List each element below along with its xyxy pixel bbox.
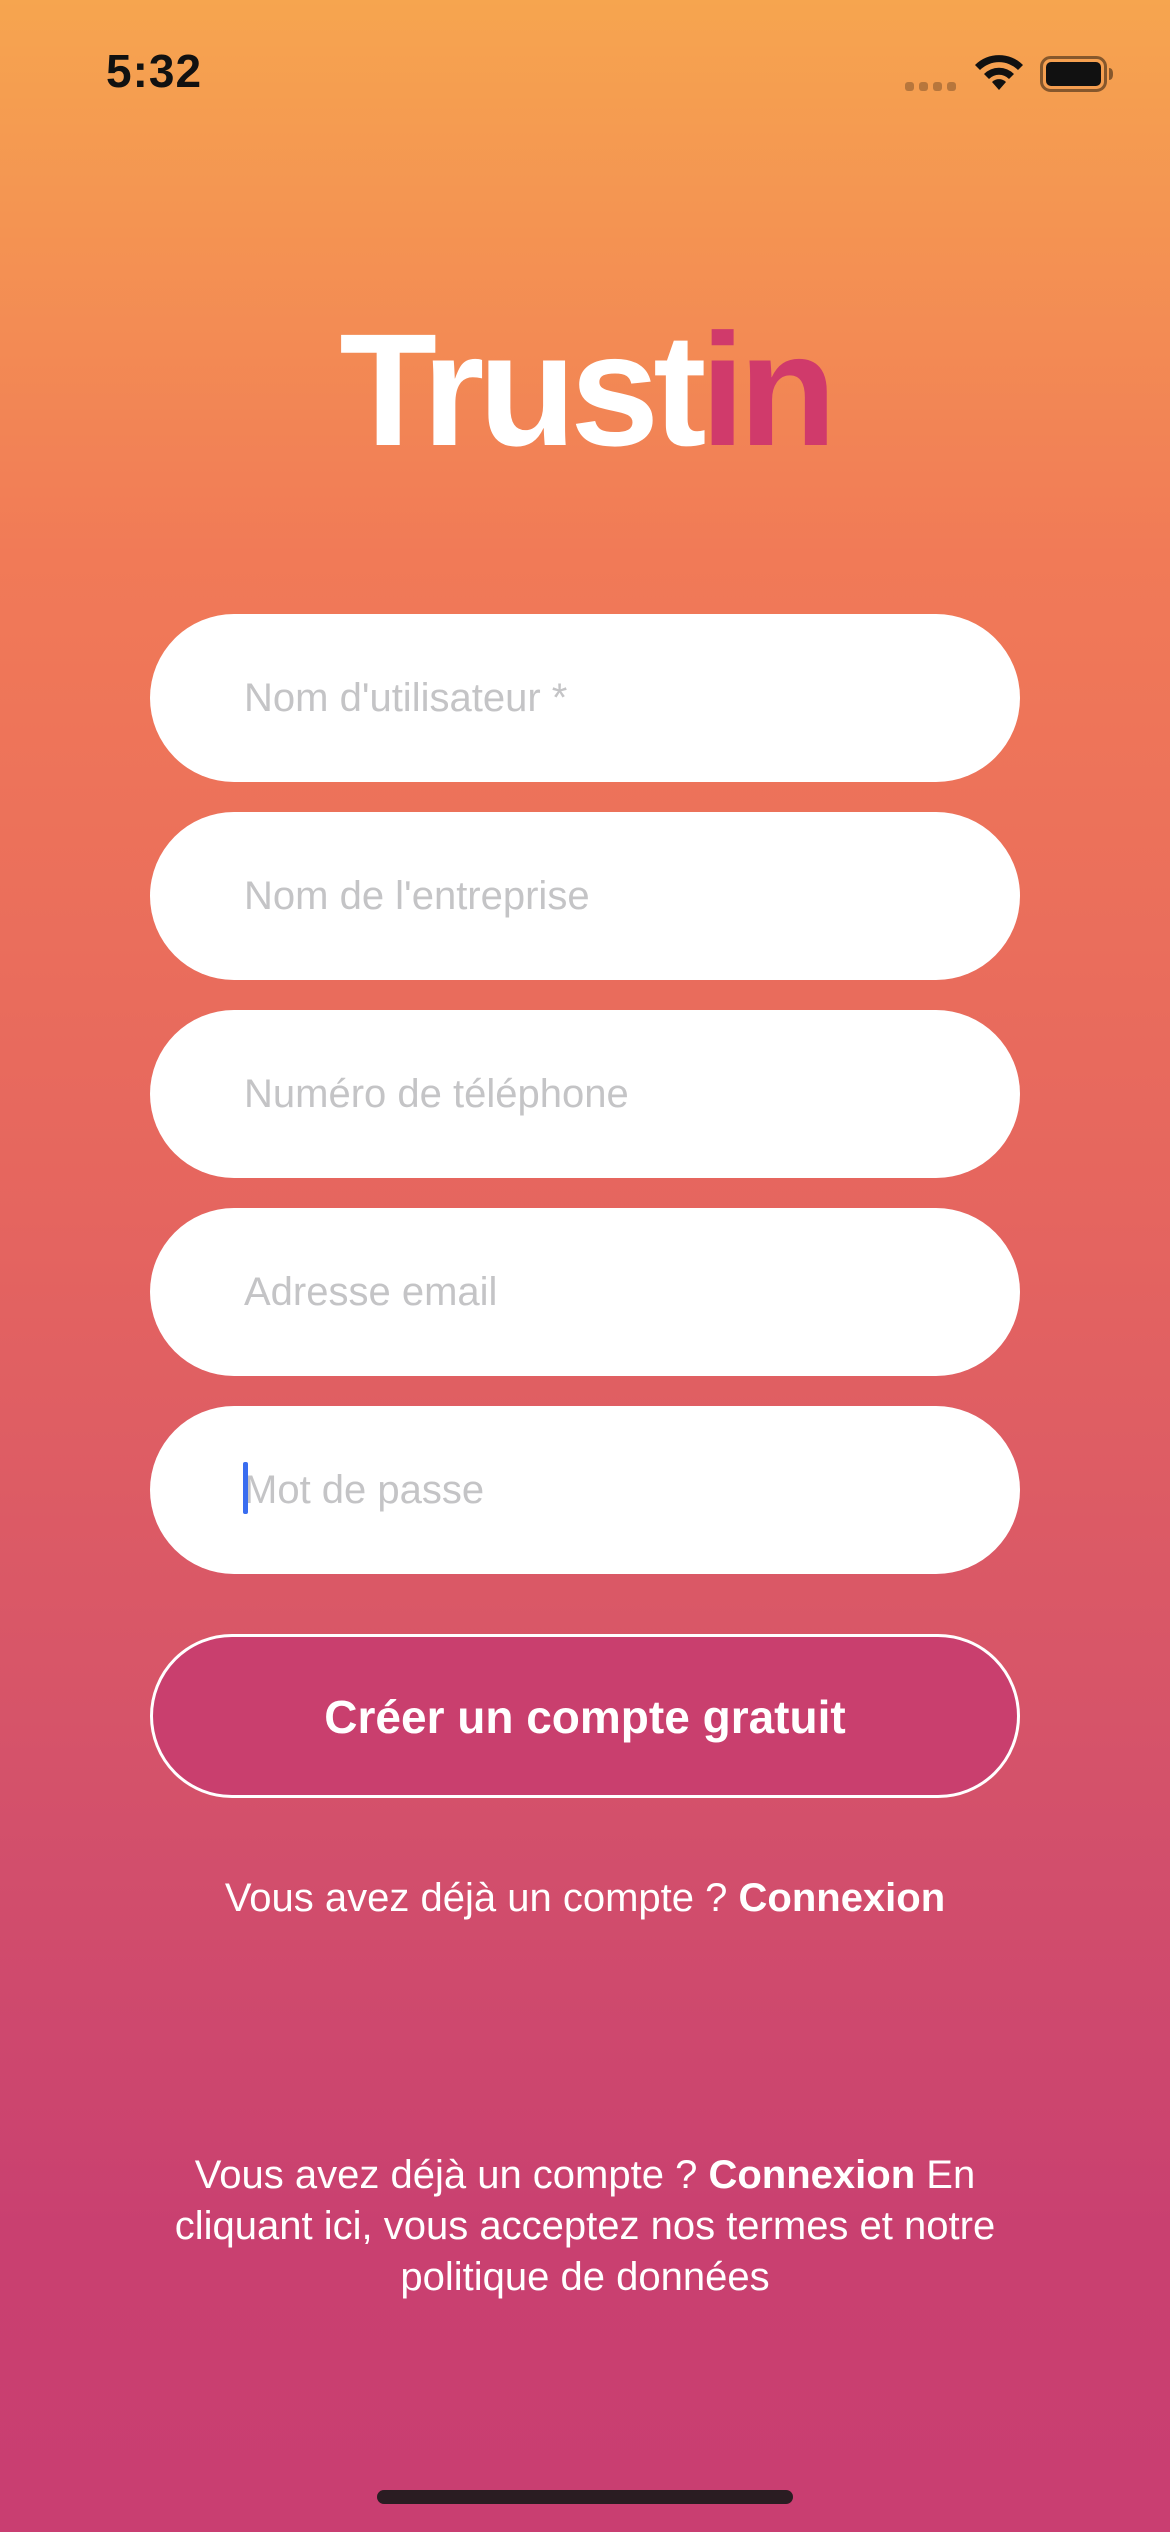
login-link[interactable]: Connexion: [739, 1876, 946, 1920]
username-input[interactable]: [244, 614, 964, 782]
battery-icon: [1040, 56, 1113, 92]
password-input[interactable]: [244, 1406, 964, 1574]
login-prompt: Vous avez déjà un compte ? Connexion: [0, 1870, 1170, 1926]
password-field[interactable]: [150, 1406, 1020, 1574]
signup-screen: 5:32 Trustin Créer un c: [0, 0, 1170, 2532]
company-input[interactable]: [244, 812, 964, 980]
phone-input[interactable]: [244, 1010, 964, 1178]
status-time: 5:32: [106, 45, 203, 97]
login-prompt-text: Vous avez déjà un compte ?: [224, 1876, 728, 1920]
legal-notice: Vous avez déjà un compte ? Connexion En …: [160, 2150, 1010, 2303]
text-caret: [243, 1462, 248, 1514]
app-logo: Trustin: [0, 300, 1170, 480]
wifi-icon: [975, 55, 1023, 90]
legal-text: Vous avez déjà un compte ?: [194, 2153, 698, 2197]
company-field[interactable]: [150, 812, 1020, 980]
status-bar: 5:32: [0, 0, 1170, 140]
signal-icon: [905, 79, 957, 91]
home-indicator: [377, 2490, 793, 2504]
logo-text-trust: Trust: [339, 300, 706, 479]
email-input[interactable]: [244, 1208, 964, 1376]
legal-login-link[interactable]: Connexion: [708, 2153, 915, 2197]
logo-text-in: in: [700, 300, 836, 479]
email-field[interactable]: [150, 1208, 1020, 1376]
create-account-button[interactable]: Créer un compte gratuit: [150, 1634, 1020, 1798]
username-field[interactable]: [150, 614, 1020, 782]
phone-field[interactable]: [150, 1010, 1020, 1178]
